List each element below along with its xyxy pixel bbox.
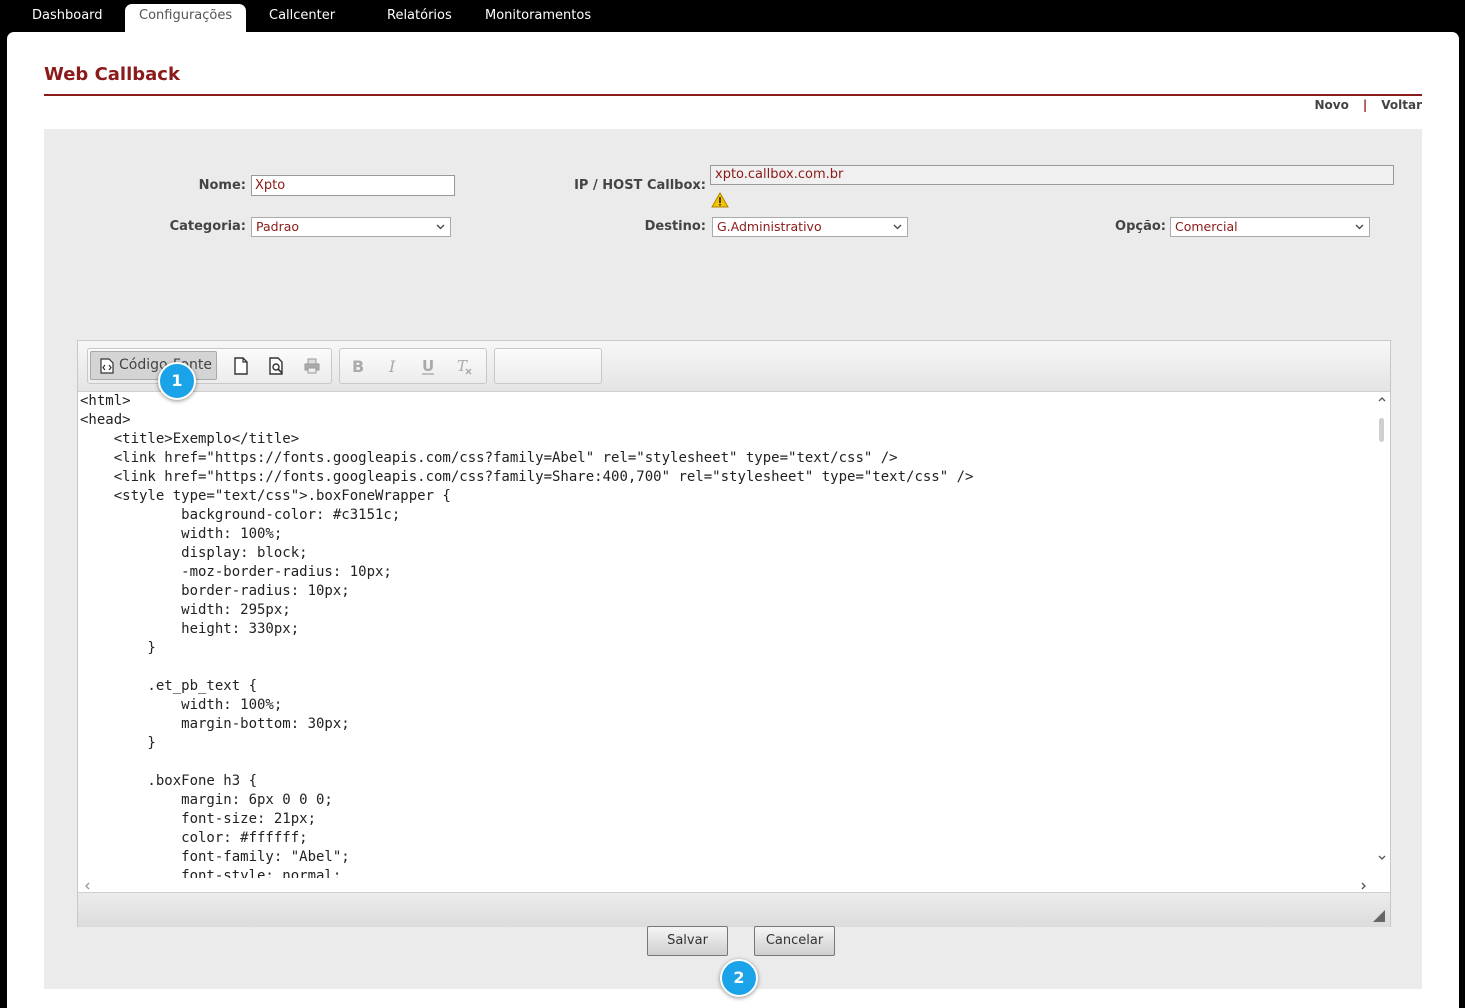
toolbar-group-document: Código-Fonte	[87, 348, 332, 384]
scroll-left-icon[interactable]	[83, 881, 91, 891]
categoria-select[interactable]: Padrao	[251, 217, 451, 237]
horizontal-scrollbar[interactable]	[78, 878, 1390, 892]
editor-toolbar: Código-Fonte B	[78, 341, 1390, 392]
new-link[interactable]: Novo	[1315, 98, 1349, 112]
code-content: <html> <head> <title>Exemplo</title> <li…	[80, 393, 974, 878]
editor-statusbar	[78, 892, 1390, 927]
opcao-label: Opção:	[1115, 219, 1166, 234]
svg-text:T: T	[457, 357, 468, 375]
tab-configuracoes[interactable]: Configurações	[125, 4, 247, 32]
scroll-thumb[interactable]	[1379, 418, 1384, 442]
italic-button[interactable]: I	[377, 351, 409, 380]
opcao-select[interactable]: Comercial	[1170, 217, 1370, 237]
underline-icon: U	[422, 357, 434, 375]
page-content: Web Callback Novo | Voltar Nome: Xpto IP /…	[7, 32, 1459, 1008]
scroll-up-icon[interactable]	[1377, 395, 1387, 403]
bold-icon: B	[352, 357, 364, 375]
vertical-scrollbar[interactable]	[1374, 392, 1390, 878]
html-editor: Código-Fonte B	[77, 340, 1391, 927]
print-icon	[304, 358, 320, 374]
chevron-down-icon	[1355, 224, 1364, 230]
nome-label: Nome:	[198, 178, 246, 193]
top-navigation: Dashboard Configurações Callcenter Relat…	[0, 0, 1465, 32]
preview-button[interactable]	[260, 351, 292, 380]
svg-text:B: B	[352, 357, 364, 375]
chevron-down-icon	[893, 224, 902, 230]
cancel-button[interactable]: Cancelar	[754, 926, 835, 956]
warning-icon	[711, 192, 729, 208]
callout-badge-2: 2	[720, 959, 758, 997]
title-divider	[44, 94, 1422, 96]
svg-text:I: I	[388, 357, 396, 375]
chevron-down-icon	[436, 224, 445, 230]
save-button[interactable]: Salvar	[647, 926, 728, 956]
categoria-value: Padrao	[256, 219, 300, 234]
italic-icon: I	[388, 357, 396, 375]
destino-select[interactable]: G.Administrativo	[712, 217, 908, 237]
actions-separator: |	[1362, 98, 1368, 112]
tab-dashboard[interactable]: Dashboard	[32, 4, 103, 32]
nome-field[interactable]: Xpto	[251, 175, 455, 196]
remove-format-icon: T	[457, 357, 472, 375]
back-link[interactable]: Voltar	[1381, 98, 1422, 112]
destino-value: G.Administrativo	[717, 219, 822, 234]
source-code-button[interactable]: Código-Fonte	[90, 351, 217, 380]
page-actions: Novo | Voltar	[1315, 98, 1423, 112]
host-field[interactable]: xpto.callbox.com.br	[710, 165, 1394, 185]
toolbar-group-format: B I U T	[339, 348, 487, 384]
toolbar-group-empty	[494, 348, 602, 384]
remove-format-button[interactable]: T	[447, 351, 479, 380]
opcao-value: Comercial	[1175, 219, 1238, 234]
page-title: Web Callback	[44, 64, 180, 85]
new-document-button[interactable]	[225, 351, 257, 380]
source-code-icon	[100, 358, 114, 374]
scroll-right-icon[interactable]	[1360, 881, 1368, 891]
categoria-label: Categoria:	[169, 219, 246, 234]
tab-monitoramentos[interactable]: Monitoramentos	[485, 4, 591, 32]
tab-callcenter[interactable]: Callcenter	[269, 4, 335, 32]
code-area[interactable]: <html> <head> <title>Exemplo</title> <li…	[78, 392, 1374, 878]
tab-relatorios[interactable]: Relatórios	[387, 4, 452, 32]
underline-button[interactable]: U	[412, 351, 444, 380]
destino-label: Destino:	[644, 219, 706, 234]
form-panel: Nome: Xpto IP / HOST Callbox: xpto.callb…	[44, 129, 1422, 989]
host-label: IP / HOST Callbox:	[574, 178, 706, 193]
preview-icon	[269, 357, 283, 375]
bold-button[interactable]: B	[342, 351, 374, 380]
callout-badge-1: 1	[158, 362, 196, 400]
scroll-down-icon[interactable]	[1377, 854, 1387, 862]
resize-grip-icon[interactable]	[1373, 910, 1385, 922]
new-document-icon	[234, 357, 248, 375]
svg-text:U: U	[422, 357, 434, 375]
print-button[interactable]	[295, 351, 327, 380]
